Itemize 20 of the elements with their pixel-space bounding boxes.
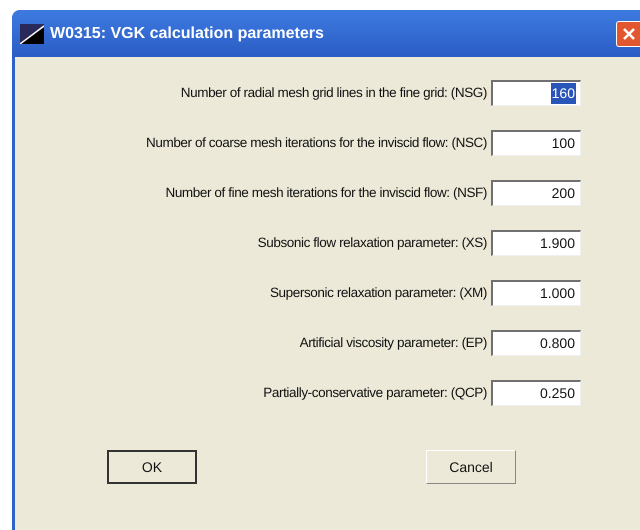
input-field[interactable]: 0.800 <box>491 330 581 356</box>
field-label: Partially-conservative parameter: (QCP) <box>263 384 487 402</box>
field-label: Number of coarse mesh iterations for the inviscid flow: (NSC) <box>146 134 487 152</box>
field-label: Number of radial mesh grid lines in the fine grid: (NSG) <box>180 84 487 102</box>
field-label: Artificial viscosity parameter: (EP) <box>300 334 487 352</box>
input-field[interactable]: 200 <box>491 180 581 206</box>
input-field[interactable]: 100 <box>491 130 581 156</box>
dialog-button[interactable]: Cancel <box>426 450 516 484</box>
input-field[interactable]: 0.250 <box>491 380 581 406</box>
dialog-button[interactable]: OK <box>107 450 197 484</box>
close-button[interactable] <box>616 20 640 46</box>
input-field[interactable]: 1.000 <box>491 280 581 306</box>
app-icon <box>20 24 44 44</box>
field-label: Number of fine mesh iterations for the inviscid flow: (NSF) <box>165 184 487 202</box>
field-label: Supersonic relaxation parameter: (XM) <box>270 284 487 302</box>
window-title: W0315: VGK calculation parameters <box>50 24 324 44</box>
input-field[interactable]: 1.900 <box>491 230 581 256</box>
input-field[interactable]: 160 <box>491 80 581 106</box>
field-label: Subsonic flow relaxation parameter: (XS) <box>258 234 487 252</box>
close-icon <box>622 28 634 40</box>
